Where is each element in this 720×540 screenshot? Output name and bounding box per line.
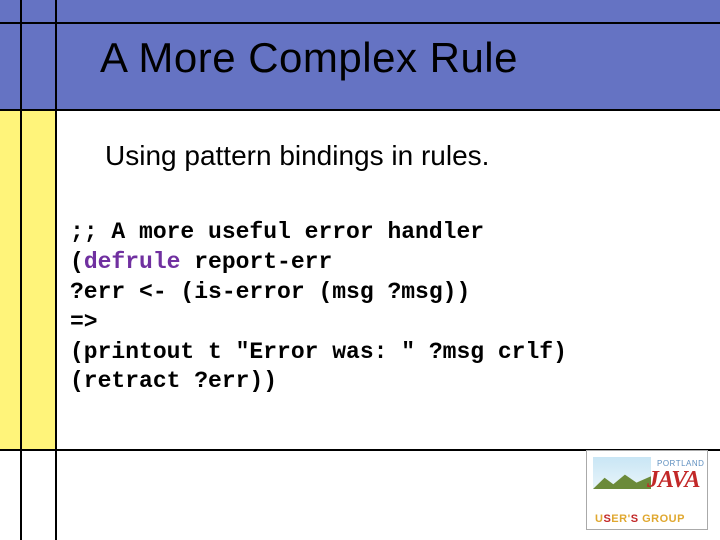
code-line: (retract ?err)) xyxy=(70,368,277,394)
rule-line xyxy=(0,109,720,111)
code-line: ;; A more useful error handler xyxy=(70,219,484,245)
slide-title: A More Complex Rule xyxy=(100,34,518,82)
logo-text-java: JAVA xyxy=(647,467,699,494)
side-accent xyxy=(0,110,56,450)
slide-subtitle: Using pattern bindings in rules. xyxy=(105,140,489,172)
portland-java-logo: PORTLAND JAVA USER'S GROUP xyxy=(586,450,708,530)
code-line: (defrule report-err xyxy=(70,249,332,275)
rule-line xyxy=(20,0,22,540)
rule-line xyxy=(55,0,57,540)
logo-text-users-group: USER'S GROUP xyxy=(595,513,685,525)
keyword-defrule: defrule xyxy=(84,249,181,275)
code-line: (printout t "Error was: " ?msg crlf) xyxy=(70,339,567,365)
code-line: ?err <- (is-error (msg ?msg)) xyxy=(70,279,470,305)
code-block: ;; A more useful error handler (defrule … xyxy=(70,218,567,397)
code-line: => xyxy=(70,309,98,335)
rule-line xyxy=(0,22,720,24)
slide: A More Complex Rule Using pattern bindin… xyxy=(0,0,720,540)
